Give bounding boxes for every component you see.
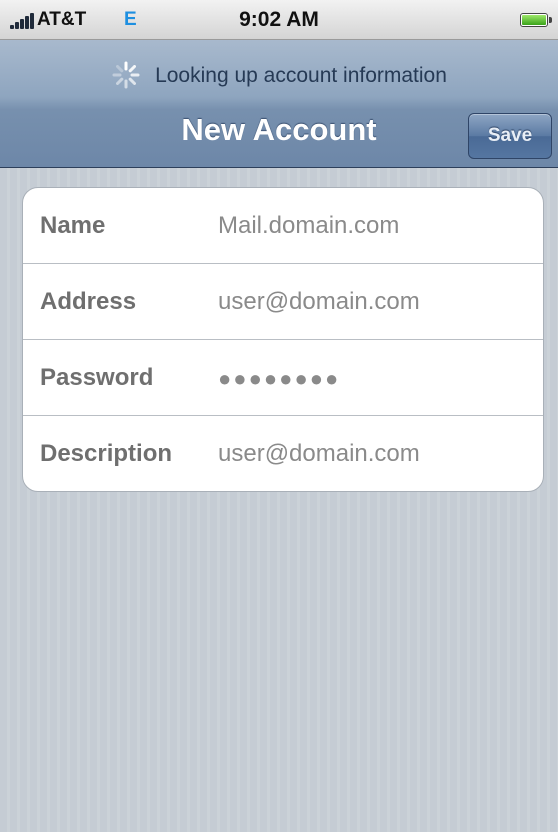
name-label: Name	[40, 212, 106, 239]
lookup-prompt: Looking up account information	[0, 60, 558, 90]
account-form: Name Mail.domain.com Address user@domain…	[22, 187, 544, 492]
activity-spinner-icon	[112, 61, 140, 89]
name-row[interactable]: Name Mail.domain.com	[23, 188, 543, 264]
password-row[interactable]: Password ●●●●●●●●	[23, 340, 543, 416]
name-field[interactable]: Mail.domain.com	[218, 212, 399, 240]
navigation-bar: Looking up account information New Accou…	[0, 40, 558, 168]
password-field[interactable]: ●●●●●●●●	[218, 366, 340, 392]
status-bar: AT&T E 9:02 AM	[0, 0, 558, 40]
battery-icon	[520, 13, 552, 27]
description-label: Description	[40, 440, 173, 467]
password-label: Password	[40, 364, 154, 391]
address-field[interactable]: user@domain.com	[218, 288, 420, 316]
save-button[interactable]: Save	[468, 113, 552, 159]
description-field[interactable]: user@domain.com	[218, 440, 420, 468]
lookup-prompt-text: Looking up account information	[155, 64, 447, 87]
address-row[interactable]: Address user@domain.com	[23, 264, 543, 340]
description-row[interactable]: Description user@domain.com	[23, 416, 543, 491]
address-label: Address	[40, 288, 137, 315]
status-time: 9:02 AM	[239, 8, 319, 31]
